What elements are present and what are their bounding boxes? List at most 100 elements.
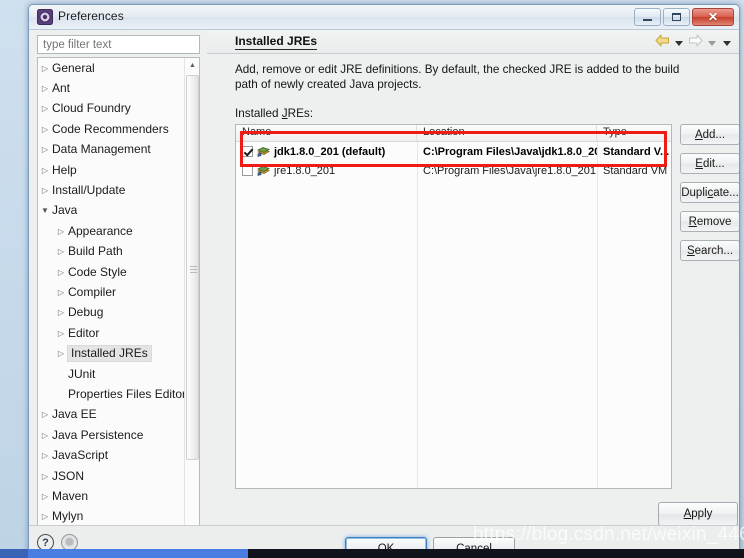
jre-icon <box>257 146 270 157</box>
sidebar-item-java-persistence[interactable]: ▷ Java Persistence <box>38 425 185 445</box>
sidebar-item-debug[interactable]: ▷ Debug <box>38 303 185 323</box>
sidebar-item-cloud-foundry[interactable]: ▷ Cloud Foundry <box>38 99 185 119</box>
sidebar-item-maven[interactable]: ▷ Maven <box>38 486 185 506</box>
table-header: Name Location Type <box>236 125 671 142</box>
sidebar-item-javascript[interactable]: ▷ JavaScript <box>38 445 185 465</box>
column-header-type[interactable]: Type <box>597 125 671 141</box>
maximize-button[interactable] <box>663 8 690 26</box>
forward-dropdown-icon <box>708 40 716 46</box>
chevron-right-icon[interactable]: ▷ <box>54 308 68 317</box>
back-arrow-icon[interactable] <box>655 34 670 52</box>
pane-menu-icon[interactable] <box>723 40 731 46</box>
sidebar-item-label: JSON <box>52 468 85 483</box>
sidebar-item-label: Java <box>52 203 78 218</box>
sidebar-item-java-ee[interactable]: ▷ Java EE <box>38 405 185 425</box>
sidebar-item-data-management[interactable]: ▷ Data Management <box>38 140 185 160</box>
sidebar-item-build-path[interactable]: ▷ Build Path <box>38 242 185 262</box>
chevron-right-icon[interactable]: ▷ <box>38 166 52 175</box>
chevron-right-icon[interactable]: ▷ <box>54 288 68 297</box>
minimize-icon <box>643 19 652 21</box>
jre-checkbox[interactable] <box>242 165 253 176</box>
sidebar-item-json[interactable]: ▷ JSON <box>38 466 185 486</box>
sidebar-item-ant[interactable]: ▷ Ant <box>38 78 185 98</box>
scroll-up-icon[interactable]: ▲ <box>185 58 199 73</box>
jre-checkbox[interactable] <box>242 146 253 157</box>
table-row[interactable]: jdk1.8.0_201 (default) C:\Program Files\J… <box>236 142 671 161</box>
sidebar-item-mylyn[interactable]: ▷ Mylyn <box>38 507 185 527</box>
edit-button[interactable]: Edit... <box>680 153 739 174</box>
chevron-right-icon[interactable]: ▷ <box>38 145 52 154</box>
sidebar-item-label: Mylyn <box>52 509 84 524</box>
sidebar-item-general[interactable]: ▷ General <box>38 58 185 78</box>
sidebar-item-label: Editor <box>68 325 100 340</box>
sidebar-item-label: Data Management <box>52 142 151 157</box>
chevron-right-icon[interactable]: ▷ <box>38 472 52 481</box>
sidebar-item-install-update[interactable]: ▷ Install/Update <box>38 180 185 200</box>
sidebar-item-appearance[interactable]: ▷ Appearance <box>38 221 185 241</box>
tree-scroll-area: ▷ General ▷ Ant ▷ Cloud Foundry ▷ Code Recommen… <box>38 58 187 546</box>
tree-scrollbar[interactable]: ▲ ▼ <box>184 58 199 546</box>
chevron-right-icon[interactable]: ▷ <box>54 268 68 277</box>
sidebar-item-installed-jres[interactable]: ▷ Installed JREs <box>38 343 185 363</box>
back-dropdown-icon[interactable] <box>675 40 683 46</box>
preferences-tree[interactable]: ▷ General ▷ Ant ▷ Cloud Foundry ▷ Code Recommen… <box>37 57 200 547</box>
sidebar-item-label: JavaScript <box>52 448 109 463</box>
sidebar-item-code-recommenders[interactable]: ▷ Code Recommenders <box>38 119 185 139</box>
column-header-name[interactable]: Name <box>236 125 417 141</box>
jre-action-buttons: Add... Edit... Dupli c ate... Remove Search... <box>680 124 739 261</box>
scrollbar-thumb[interactable] <box>186 75 199 460</box>
chevron-right-icon[interactable]: ▷ <box>54 349 68 358</box>
sidebar-item-junit[interactable]: ▷JUnit <box>38 364 185 384</box>
chevron-right-icon[interactable]: ▷ <box>38 410 52 419</box>
sidebar-item-compiler[interactable]: ▷ Compiler <box>38 282 185 302</box>
chevron-right-icon[interactable]: ▷ <box>54 247 68 256</box>
maximize-icon <box>672 13 681 21</box>
sidebar-item-label: Maven <box>52 488 89 503</box>
jre-name-cell[interactable]: jre1.8.0_201 <box>236 161 417 180</box>
sidebar-item-help[interactable]: ▷ Help <box>38 160 185 180</box>
button-label-pre: Dupli <box>681 186 708 199</box>
chevron-right-icon[interactable]: ▷ <box>38 104 52 113</box>
window-titlebar: Preferences ✕ <box>29 5 739 30</box>
preferences-window: Preferences ✕ ▷General▷Ant▷Cloud Foundry… <box>28 4 740 558</box>
jre-table[interactable]: Name Location Type jdk1.8.0_201 (default) C… <box>235 124 672 489</box>
chevron-right-icon[interactable]: ▷ <box>38 64 52 73</box>
chevron-down-icon[interactable]: ▼ <box>38 206 52 215</box>
jre-name-cell[interactable]: jdk1.8.0_201 (default) <box>236 142 417 161</box>
sidebar-item-label: Properties Files Editor <box>68 386 187 401</box>
minimize-button[interactable] <box>634 8 661 26</box>
chevron-right-icon[interactable]: ▷ <box>38 451 52 460</box>
add-button[interactable]: Add... <box>680 124 739 145</box>
sidebar-item-label: Java EE <box>52 407 97 422</box>
jre-name-label: jre1.8.0_201 <box>274 164 336 177</box>
search-button[interactable]: Search... <box>680 240 739 261</box>
sidebar-item-label: Installed JREs <box>67 345 152 363</box>
jre-type-cell: Standard V... <box>603 145 670 158</box>
pane-description: Add, remove or edit JRE definitions. By … <box>235 63 680 91</box>
chevron-right-icon[interactable]: ▷ <box>38 125 52 134</box>
apply-label-post: pply <box>691 508 713 520</box>
column-header-location[interactable]: Location <box>417 125 597 141</box>
sidebar-item-code-style[interactable]: ▷ Code Style <box>38 262 185 282</box>
sidebar-item-editor[interactable]: ▷ Editor <box>38 323 185 343</box>
chevron-right-icon[interactable]: ▷ <box>54 329 68 338</box>
chevron-right-icon[interactable]: ▷ <box>38 186 52 195</box>
list-label-post: REs: <box>287 107 313 120</box>
table-body: jdk1.8.0_201 (default) C:\Program Files\J… <box>236 142 671 180</box>
filter-input[interactable] <box>37 35 200 54</box>
chevron-right-icon[interactable]: ▷ <box>38 431 52 440</box>
sidebar-item-properties-files-editor[interactable]: ▷Properties Files Editor <box>38 384 187 404</box>
chevron-right-icon[interactable]: ▷ <box>38 84 52 93</box>
sidebar-item-label: Code Style <box>68 264 127 279</box>
duplicate-button[interactable]: Dupli c ate... <box>680 182 739 203</box>
apply-button[interactable]: Apply <box>658 502 738 526</box>
window-controls: ✕ <box>634 8 734 26</box>
remove-button[interactable]: Remove <box>680 211 739 232</box>
close-button[interactable]: ✕ <box>692 8 734 26</box>
chevron-right-icon[interactable]: ▷ <box>38 512 52 521</box>
chevron-right-icon[interactable]: ▷ <box>54 227 68 236</box>
button-label-post: ate... <box>713 186 739 199</box>
table-row[interactable]: jre1.8.0_201 C:\Program Files\Java\jre1.8… <box>236 161 671 180</box>
sidebar-item-java[interactable]: ▼ Java <box>38 201 185 221</box>
chevron-right-icon[interactable]: ▷ <box>38 492 52 501</box>
